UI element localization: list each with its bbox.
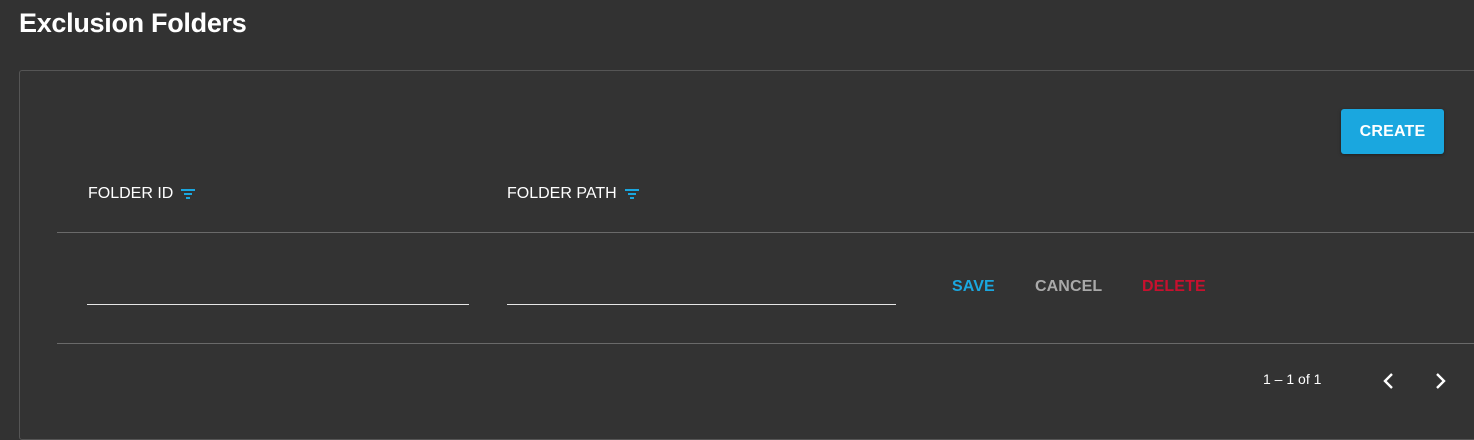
filter-list-icon[interactable]	[624, 189, 639, 199]
exclusion-folders-card	[19, 70, 1474, 440]
folder-path-input[interactable]	[507, 270, 896, 305]
pagination-range: 1 – 1 of 1	[1263, 371, 1322, 387]
row-divider	[57, 343, 1474, 344]
save-button[interactable]: SAVE	[952, 278, 995, 296]
header-divider	[57, 232, 1474, 233]
column-header-label: FOLDER ID	[88, 185, 174, 202]
delete-button[interactable]: DELETE	[1142, 278, 1206, 296]
folder-id-input[interactable]	[87, 270, 469, 305]
cancel-button[interactable]: CANCEL	[1035, 278, 1102, 296]
column-header-label: FOLDER PATH	[507, 185, 617, 202]
column-header-folder-id[interactable]: FOLDER ID	[88, 185, 196, 203]
chevron-left-icon[interactable]	[1379, 370, 1399, 392]
filter-list-icon[interactable]	[181, 189, 196, 199]
column-header-folder-path[interactable]: FOLDER PATH	[507, 185, 639, 203]
page-title: Exclusion Folders	[19, 8, 247, 38]
create-button[interactable]: CREATE	[1341, 109, 1444, 154]
chevron-right-icon[interactable]	[1430, 370, 1450, 392]
